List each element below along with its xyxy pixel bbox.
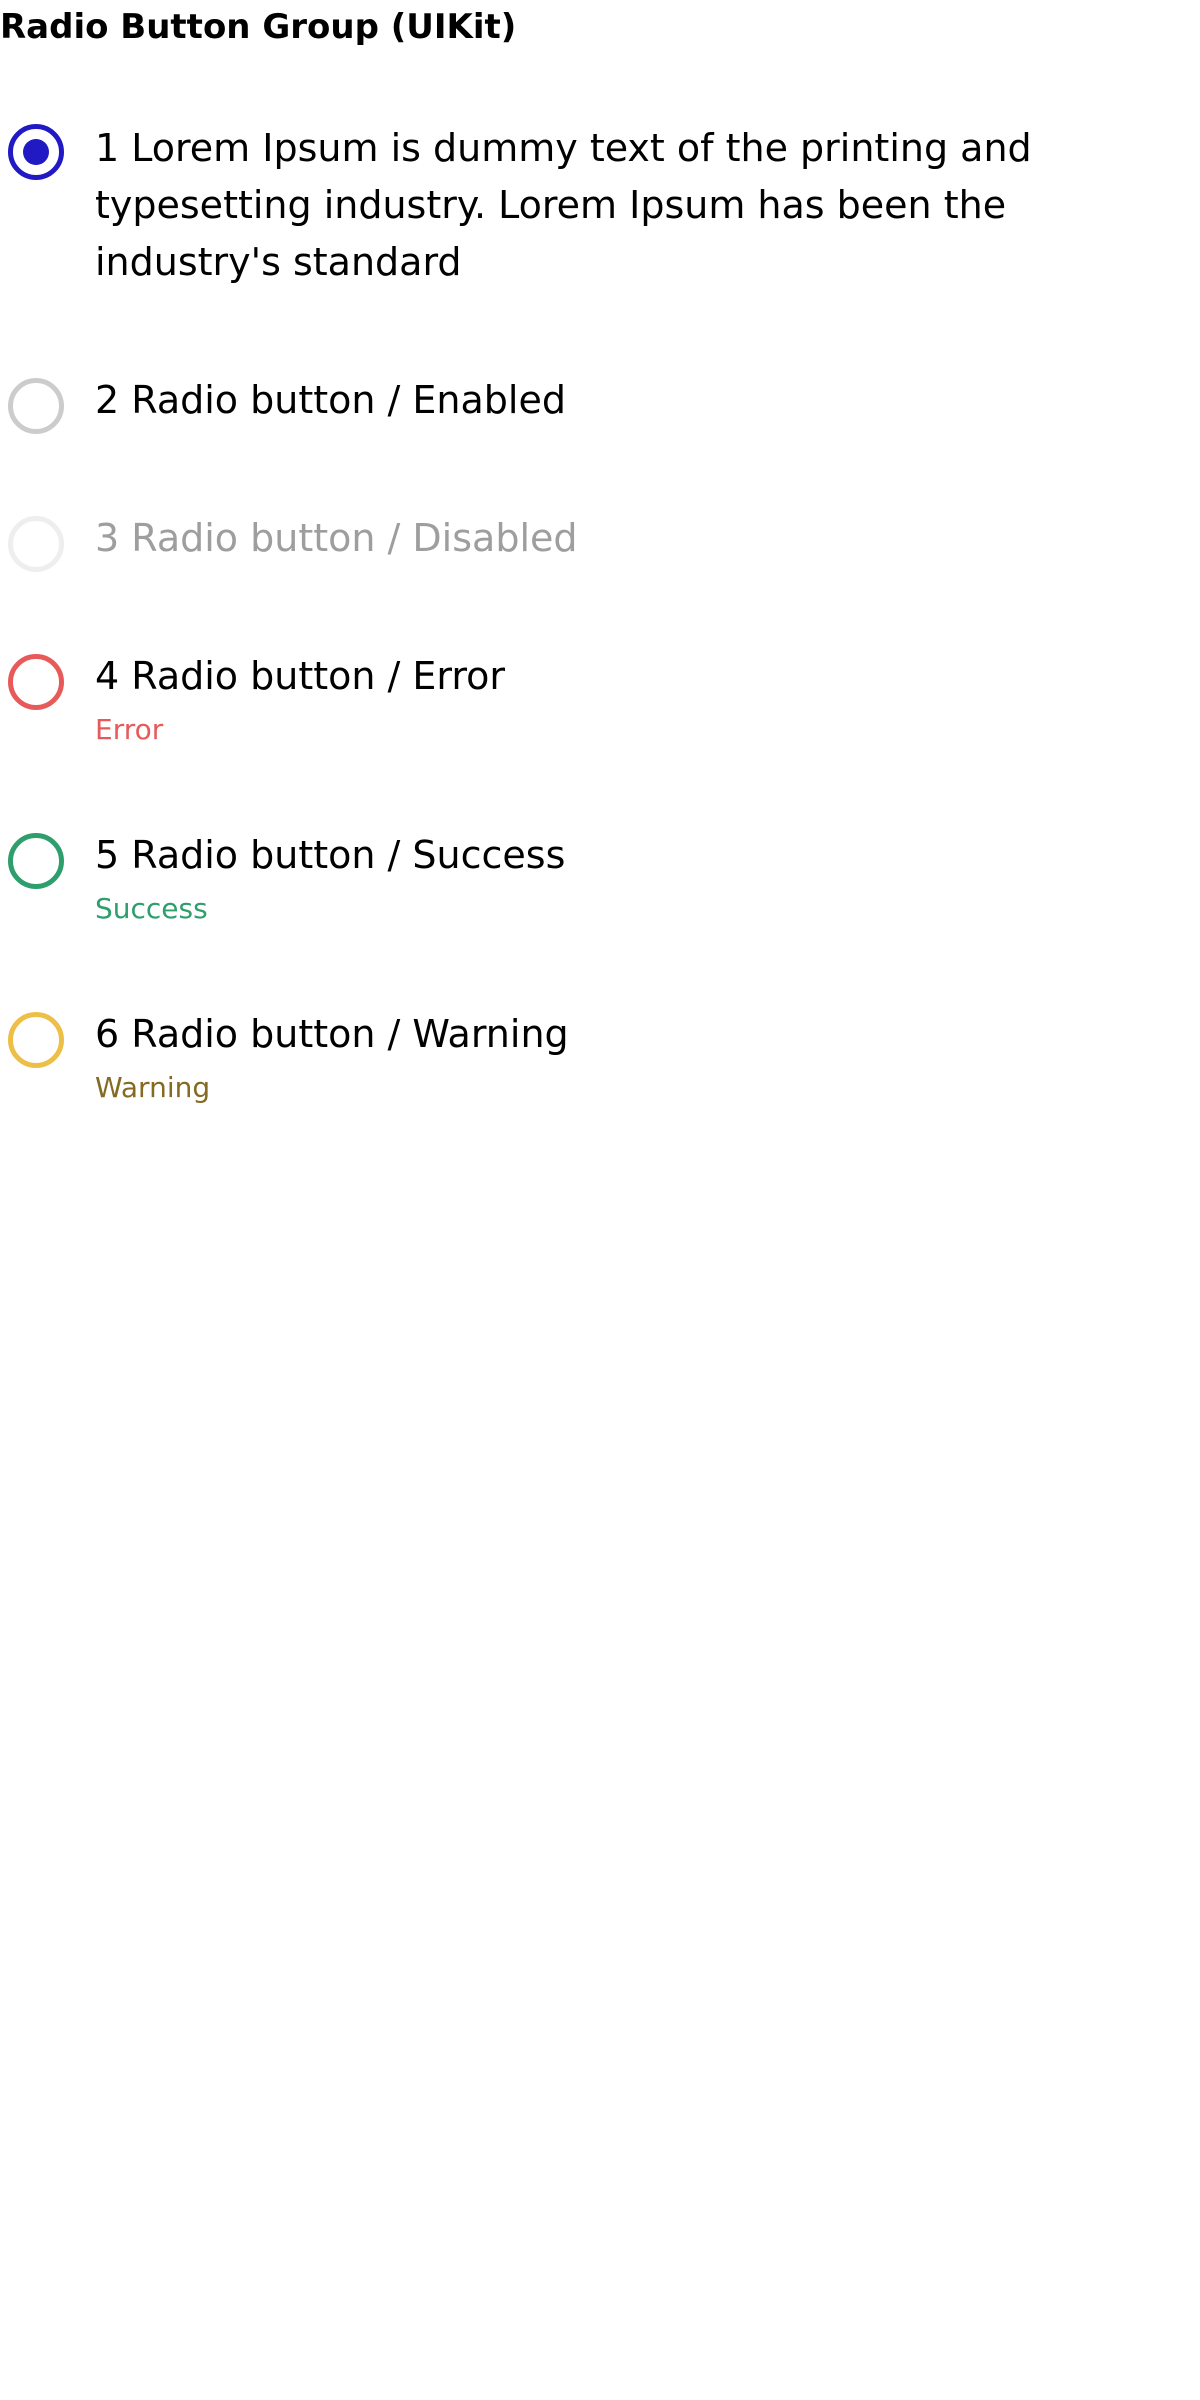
radio-circle-selected[interactable] [8,124,64,180]
radio-circle-warning[interactable] [8,1012,64,1068]
radio-circle-disabled [8,516,64,572]
radio-option-label: 2 Radio button / Enabled [95,378,566,422]
radio-option-label: 4 Radio button / Error [95,654,506,698]
page-title: Radio Button Group (UIKit) [0,7,517,47]
success-helper-text: Success [95,892,208,925]
radio-option-label: 1 Lorem Ipsum is dummy text of the print… [95,126,1032,284]
radio-option-3: 3 Radio button / Disabled [0,510,1200,580]
radio-option-4[interactable]: 4 Radio button / Error Error [0,648,1200,758]
radio-option-label: 3 Radio button / Disabled [95,516,578,560]
error-helper-text: Error [95,713,164,746]
radio-circle-error[interactable] [8,654,64,710]
radio-option-1[interactable]: 1 Lorem Ipsum is dummy text of the print… [0,110,1200,310]
radio-circle-success[interactable] [8,833,64,889]
radio-option-label: 5 Radio button / Success [95,833,566,877]
radio-option-6[interactable]: 6 Radio button / Warning Warning [0,1006,1200,1116]
radio-selected-dot [23,139,49,165]
radio-option-label: 6 Radio button / Warning [95,1012,569,1056]
radio-option-2[interactable]: 2 Radio button / Enabled [0,372,1200,442]
radio-option-5[interactable]: 5 Radio button / Success Success [0,827,1200,937]
warning-helper-text: Warning [95,1071,211,1104]
radio-circle-enabled[interactable] [8,378,64,434]
